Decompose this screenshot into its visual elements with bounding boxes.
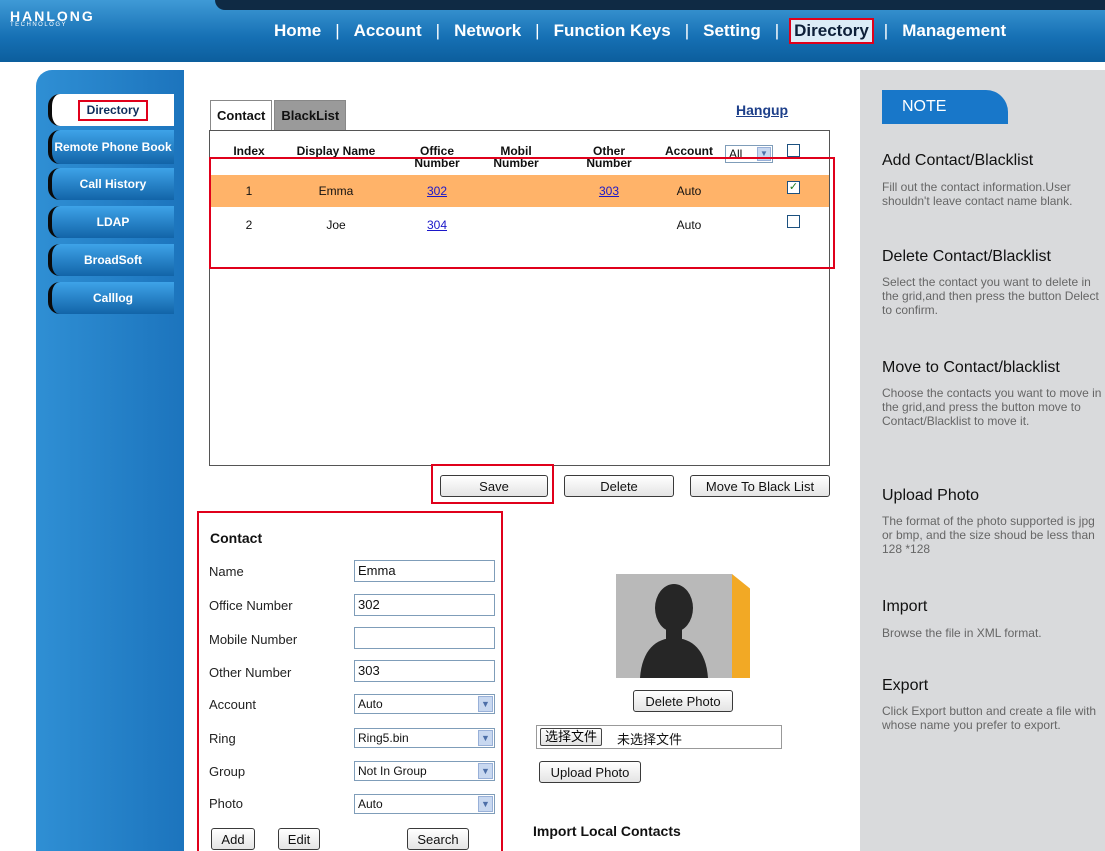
nav-separator: | — [435, 21, 441, 40]
chevron-down-icon: ▼ — [478, 763, 493, 779]
nav-network[interactable]: Network — [450, 19, 525, 43]
note-tab: NOTE — [882, 90, 1008, 124]
contact-photo — [616, 574, 732, 678]
account-select-value: Auto — [358, 697, 383, 711]
person-silhouette-icon — [640, 584, 708, 678]
name-label: Name — [209, 564, 244, 579]
save-highlight-box — [431, 464, 554, 504]
note-title: Add Contact/Blacklist — [882, 152, 1034, 169]
top-nav-bar: HANLONG TECHNOLOGY Home | Account | Netw… — [0, 0, 1105, 62]
ring-select[interactable]: Ring5.bin ▼ — [354, 728, 495, 748]
sidebar-item-remote-phone-book[interactable]: Remote Phone Book — [48, 130, 174, 164]
other-number-field[interactable]: 303 — [354, 660, 495, 682]
tab-blacklist[interactable]: BlackList — [274, 100, 347, 130]
rows-highlight-box — [209, 157, 835, 269]
nav-separator: | — [535, 21, 540, 40]
sidebar-item-call-history[interactable]: Call History — [48, 168, 174, 200]
delete-button[interactable]: Delete — [564, 475, 674, 497]
note-text: The format of the photo supported is jpg… — [882, 514, 1095, 556]
chevron-down-icon: ▼ — [478, 696, 493, 712]
mobile-number-label: Mobile Number — [209, 632, 298, 647]
note-title: Delete Contact/Blacklist — [882, 248, 1051, 265]
chevron-down-icon: ▼ — [478, 796, 493, 812]
sidebar: Directory Remote Phone Book Call History… — [36, 70, 184, 851]
mobile-number-field[interactable] — [354, 627, 495, 649]
header-account: Account — [665, 144, 713, 158]
note-title: Move to Contact/blacklist — [882, 359, 1060, 376]
sidebar-item-label: Remote Phone Book — [54, 139, 172, 154]
main-nav: Home | Account | Network | Function Keys… — [270, 18, 1010, 44]
ring-label: Ring — [209, 731, 236, 746]
tab-contact[interactable]: Contact — [210, 100, 273, 130]
move-to-blacklist-button[interactable]: Move To Black List — [690, 475, 830, 497]
photo-select[interactable]: Auto ▼ — [354, 794, 495, 814]
ring-select-value: Ring5.bin — [358, 731, 409, 745]
add-button[interactable]: Add — [211, 828, 255, 850]
sidebar-item-label: Directory — [77, 99, 149, 121]
sidebar-item-label: LDAP — [96, 214, 130, 229]
file-chooser: 选择文件 未选择文件 — [536, 725, 782, 749]
group-label: Group — [209, 764, 246, 779]
name-field[interactable]: Emma — [354, 560, 495, 582]
nav-separator: | — [335, 21, 340, 40]
note-text: Choose the contacts you want to move in … — [882, 386, 1102, 428]
note-title: Export — [882, 677, 929, 694]
notes-panel: NOTE Add Contact/Blacklist Fill out the … — [860, 70, 1105, 851]
sidebar-item-broadsoft[interactable]: BroadSoft — [48, 244, 174, 276]
edit-button[interactable]: Edit — [278, 828, 320, 850]
header-display-name: Display Name — [296, 144, 376, 158]
nav-setting[interactable]: Setting — [699, 19, 765, 43]
nav-separator: | — [684, 21, 690, 40]
note-title: Import — [882, 598, 928, 615]
nav-directory[interactable]: Directory — [789, 18, 874, 44]
chevron-down-icon: ▼ — [478, 730, 493, 746]
hangup-link[interactable]: Hangup — [736, 102, 788, 118]
nav-home[interactable]: Home — [270, 19, 325, 43]
choose-file-button[interactable]: 选择文件 — [540, 728, 603, 746]
group-select-value: Not In Group — [358, 764, 427, 778]
photo-label: Photo — [209, 796, 243, 811]
photo-frame-edge — [732, 574, 750, 678]
header-index: Index — [233, 144, 265, 158]
top-nav-dark-band — [215, 0, 1105, 10]
no-file-text: 未选择文件 — [617, 732, 683, 747]
import-local-contacts-title: Import Local Contacts — [533, 823, 681, 839]
main-content: Contact BlackList Hangup Index Display N… — [190, 70, 858, 851]
directory-tabs: Contact BlackList — [210, 100, 348, 130]
nav-separator: | — [774, 21, 780, 40]
note-text: Select the contact you want to delete in… — [882, 275, 1099, 317]
office-number-label: Office Number — [209, 598, 293, 613]
account-select[interactable]: Auto ▼ — [354, 694, 495, 714]
sidebar-item-label: BroadSoft — [84, 252, 142, 267]
sidebar-item-directory[interactable]: Directory — [48, 94, 174, 126]
sidebar-item-calllog[interactable]: Calllog — [48, 282, 174, 314]
nav-separator: | — [883, 21, 889, 40]
search-button[interactable]: Search — [407, 828, 469, 850]
sidebar-item-label: Calllog — [92, 290, 133, 305]
delete-photo-button[interactable]: Delete Photo — [633, 690, 733, 712]
nav-function-keys[interactable]: Function Keys — [550, 19, 675, 43]
group-select[interactable]: Not In Group ▼ — [354, 761, 495, 781]
note-text: Fill out the contact information.User sh… — [882, 180, 1073, 208]
note-text: Click Export button and create a file wi… — [882, 704, 1097, 732]
contact-form-title: Contact — [210, 530, 263, 546]
note-text: Browse the file in XML format. — [882, 626, 1042, 640]
other-number-label: Other Number — [209, 665, 292, 680]
upload-photo-button[interactable]: Upload Photo — [539, 761, 641, 783]
office-number-field[interactable]: 302 — [354, 594, 495, 616]
sidebar-item-label: Call History — [79, 176, 147, 191]
brand-logo: HANLONG TECHNOLOGY — [10, 8, 95, 28]
nav-account[interactable]: Account — [350, 19, 426, 43]
note-title: Upload Photo — [882, 487, 979, 504]
sidebar-item-ldap[interactable]: LDAP — [48, 206, 174, 238]
photo-select-value: Auto — [358, 797, 383, 811]
account-label: Account — [209, 697, 256, 712]
select-all-checkbox[interactable] — [787, 144, 800, 157]
nav-management[interactable]: Management — [898, 19, 1010, 43]
